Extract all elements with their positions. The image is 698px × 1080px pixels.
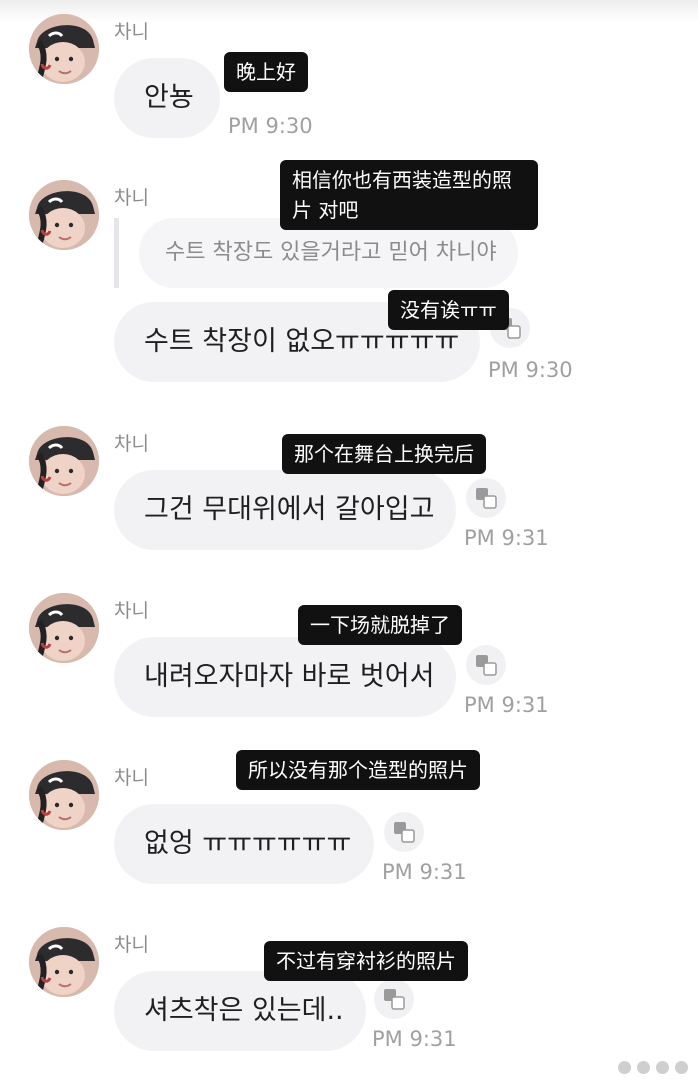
translate-icon[interactable] — [466, 478, 506, 518]
watermark-dot — [675, 1060, 688, 1074]
sender-name: 차니 — [114, 21, 149, 43]
avatar-image — [29, 593, 99, 663]
avatar[interactable] — [29, 927, 99, 997]
translate-icon[interactable] — [374, 979, 414, 1019]
message-bubble[interactable]: 그건 무대위에서 갈아입고 — [114, 470, 456, 550]
avatar-image — [29, 426, 99, 496]
avatar[interactable] — [29, 180, 99, 250]
message-bubble[interactable]: 안뇽 — [114, 58, 220, 138]
translation-caption: 一下场就脱掉了 — [298, 605, 462, 645]
sender-name: 차니 — [114, 934, 149, 956]
avatar[interactable] — [29, 14, 99, 84]
chat-screen: 차니 안뇽 晚上好 PM 9:30 차니 相信你也有西装造型的照片 对吧 수트 … — [0, 0, 698, 1080]
message-group: 차니 一下场就脱掉了 내려오자마자 바로 벗어서 PM 9:31 — [0, 593, 698, 753]
message-group: 차니 那个在舞台上换完后 그건 무대위에서 갈아입고 PM 9:31 — [0, 426, 698, 586]
sender-name: 차니 — [114, 600, 149, 622]
sender-name: 차니 — [114, 433, 149, 455]
avatar-image — [29, 14, 99, 84]
translation-caption: 晚上好 — [224, 52, 308, 92]
sender-name: 차니 — [114, 187, 149, 209]
avatar[interactable] — [29, 426, 99, 496]
message-group: 차니 안뇽 晚上好 PM 9:30 — [0, 14, 698, 174]
translation-caption: 不过有穿衬衫的照片 — [264, 941, 468, 981]
watermark-dot — [637, 1060, 650, 1074]
sender-name: 차니 — [114, 767, 149, 789]
message-group: 차니 所以没有那个造型的照片 없엉 ㅠㅠㅠㅠㅠㅠ PM 9:31 — [0, 750, 698, 920]
message-bubble[interactable]: 셔츠착은 있는데.. — [114, 971, 366, 1051]
message-time: PM 9:31 — [464, 693, 549, 717]
avatar[interactable] — [29, 593, 99, 663]
message-bubble[interactable]: 내려오자마자 바로 벗어서 — [114, 637, 456, 717]
message-time: PM 9:31 — [464, 526, 549, 550]
watermark — [568, 1054, 688, 1080]
message-bubble[interactable]: 없엉 ㅠㅠㅠㅠㅠㅠ — [114, 804, 374, 884]
avatar[interactable] — [29, 760, 99, 830]
message-group: 차니 相信你也有西装造型的照片 对吧 수트 착장도 있을거라고 믿어 차니야 수… — [0, 160, 698, 390]
message-time: PM 9:30 — [228, 114, 313, 138]
message-time: PM 9:30 — [488, 358, 573, 382]
translation-caption-top: 相信你也有西装造型的照片 对吧 — [280, 160, 538, 230]
translation-caption: 没有诶ㅠㅠ — [388, 290, 509, 330]
message-time: PM 9:31 — [372, 1027, 457, 1051]
avatar-image — [29, 180, 99, 250]
message-time: PM 9:31 — [382, 860, 467, 884]
avatar-image — [29, 760, 99, 830]
watermark-dot — [656, 1060, 669, 1074]
translation-caption: 所以没有那个造型的照片 — [236, 750, 480, 790]
translate-icon[interactable] — [466, 645, 506, 685]
translation-caption: 那个在舞台上换完后 — [282, 434, 486, 474]
translate-icon[interactable] — [384, 812, 424, 852]
watermark-dot — [618, 1060, 631, 1074]
avatar-image — [29, 927, 99, 997]
